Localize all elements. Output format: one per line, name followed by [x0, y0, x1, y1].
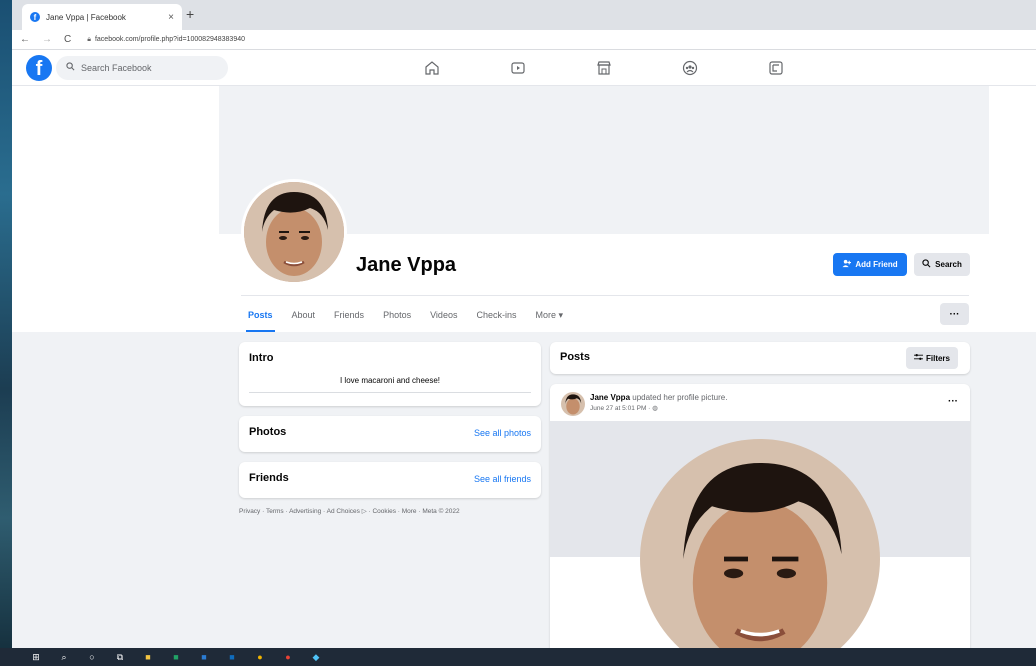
profile-search-label: Search [935, 260, 962, 269]
photos-title: Photos [249, 426, 287, 438]
post-timestamp[interactable]: June 27 at 5:01 PM · [590, 405, 652, 412]
add-friend-label: Add Friend [855, 260, 898, 269]
url-field[interactable]: 🔒︎ facebook.com/profile.php?id=100082948… [87, 36, 245, 44]
filters-label: Filters [925, 353, 950, 363]
profile-more-options-button[interactable]: ··· [940, 303, 969, 325]
intro-bio: I love macaroni and cheese! [339, 376, 441, 385]
see-all-friends-link[interactable]: See all friends [474, 474, 531, 484]
address-bar: ← → C 🔒︎ facebook.com/profile.php?id=100… [12, 30, 1036, 50]
new-tab-button[interactable]: + [186, 6, 194, 22]
tab-more[interactable]: More ▾ [535, 298, 563, 332]
post-card: Jane Vppa updated her profile picture. J… [550, 384, 970, 648]
profile-tabs: Posts About Friends Photos Videos Check-… [246, 298, 582, 332]
friends-card: Friends See all friends [239, 462, 541, 498]
tab-about[interactable]: About [292, 298, 316, 332]
search-placeholder: Search Facebook [81, 63, 152, 73]
file-explorer-icon[interactable]: ■ [142, 651, 154, 663]
windows-start-icon[interactable]: ⊞ [30, 651, 42, 663]
posts-title: Posts [560, 351, 590, 363]
close-tab-icon[interactable]: × [168, 12, 174, 23]
facebook-logo-icon[interactable]: f [26, 55, 52, 81]
tab-photos[interactable]: Photos [383, 298, 411, 332]
intro-divider [249, 392, 531, 393]
cortana-icon[interactable]: ○ [86, 651, 98, 663]
browser-tab[interactable]: f Jane Vppa | Facebook × [22, 4, 182, 30]
browser-tab-title: Jane Vppa | Facebook [46, 12, 126, 22]
right-blank-column [989, 86, 1036, 332]
post-author-line: Jane Vppa updated her profile picture. [590, 393, 727, 402]
watch-video-icon[interactable] [508, 58, 528, 78]
word-icon[interactable]: ■ [198, 651, 210, 663]
add-friend-icon [842, 259, 852, 270]
search-icon [66, 62, 75, 74]
browser-window: f Jane Vppa | Facebook × + ← → C 🔒︎ face… [12, 0, 1036, 648]
profile-picture[interactable] [241, 179, 347, 285]
posts-header-card: Posts Filters [550, 342, 970, 374]
profile-search-button[interactable]: Search [914, 253, 970, 276]
filters-icon [913, 353, 923, 363]
marketplace-icon[interactable] [594, 58, 614, 78]
facebook-search-input[interactable]: Search Facebook [56, 56, 228, 80]
browser-tab-bar: f Jane Vppa | Facebook × + [12, 0, 1036, 30]
app-blue-icon[interactable]: ◆ [310, 651, 322, 663]
lock-icon: 🔒︎ [87, 35, 91, 43]
tab-videos[interactable]: Videos [430, 298, 457, 332]
home-icon[interactable] [422, 58, 442, 78]
footer-links[interactable]: Privacy · Terms · Advertising · Ad Choic… [239, 507, 460, 515]
app-red-icon[interactable]: ● [282, 651, 294, 663]
post-meta: June 27 at 5:01 PM · ◍ [590, 404, 658, 412]
facebook-header: f Search Facebook [12, 50, 1036, 86]
post-author-avatar[interactable] [561, 392, 585, 416]
profile-name: Jane Vppa [356, 254, 457, 276]
friends-title: Friends [249, 472, 289, 484]
post-action: updated her profile picture. [630, 393, 728, 402]
gaming-icon[interactable] [766, 58, 786, 78]
outlook-icon[interactable]: ■ [226, 651, 238, 663]
profile-divider [241, 295, 969, 296]
post-author-name[interactable]: Jane Vppa [590, 393, 630, 402]
url-text: facebook.com/profile.php?id=100082948383… [94, 36, 246, 43]
taskbar-search-icon[interactable]: ⌕ [58, 651, 70, 663]
windows-taskbar: ⊞ ⌕ ○ ⧉ ■ ■ ■ ■ ● ● ◆ [0, 648, 1036, 666]
globe-icon: ◍ [652, 405, 658, 412]
groups-icon[interactable] [680, 58, 700, 78]
left-blank-column [12, 86, 219, 332]
excel-icon[interactable]: ■ [170, 651, 182, 663]
forward-arrow-icon[interactable]: → [42, 34, 52, 45]
reload-icon[interactable]: C [64, 34, 71, 45]
add-friend-button[interactable]: Add Friend [833, 253, 907, 276]
filters-button[interactable]: Filters [906, 347, 958, 369]
tab-check-ins[interactable]: Check-ins [476, 298, 516, 332]
tab-friends[interactable]: Friends [334, 298, 364, 332]
search-icon [922, 259, 931, 270]
back-arrow-icon[interactable]: ← [20, 34, 30, 45]
chrome-icon[interactable]: ● [254, 651, 266, 663]
desktop-background [0, 0, 12, 648]
intro-title: Intro [249, 352, 274, 364]
facebook-favicon-icon: f [30, 12, 40, 22]
task-view-icon[interactable]: ⧉ [114, 651, 126, 663]
see-all-photos-link[interactable]: See all photos [474, 428, 531, 438]
post-options-button[interactable]: ··· [948, 396, 958, 407]
profile-face-image [244, 182, 344, 282]
tab-posts[interactable]: Posts [246, 298, 275, 332]
intro-card: Intro I love macaroni and cheese! [239, 342, 541, 406]
photos-card: Photos See all photos [239, 416, 541, 452]
